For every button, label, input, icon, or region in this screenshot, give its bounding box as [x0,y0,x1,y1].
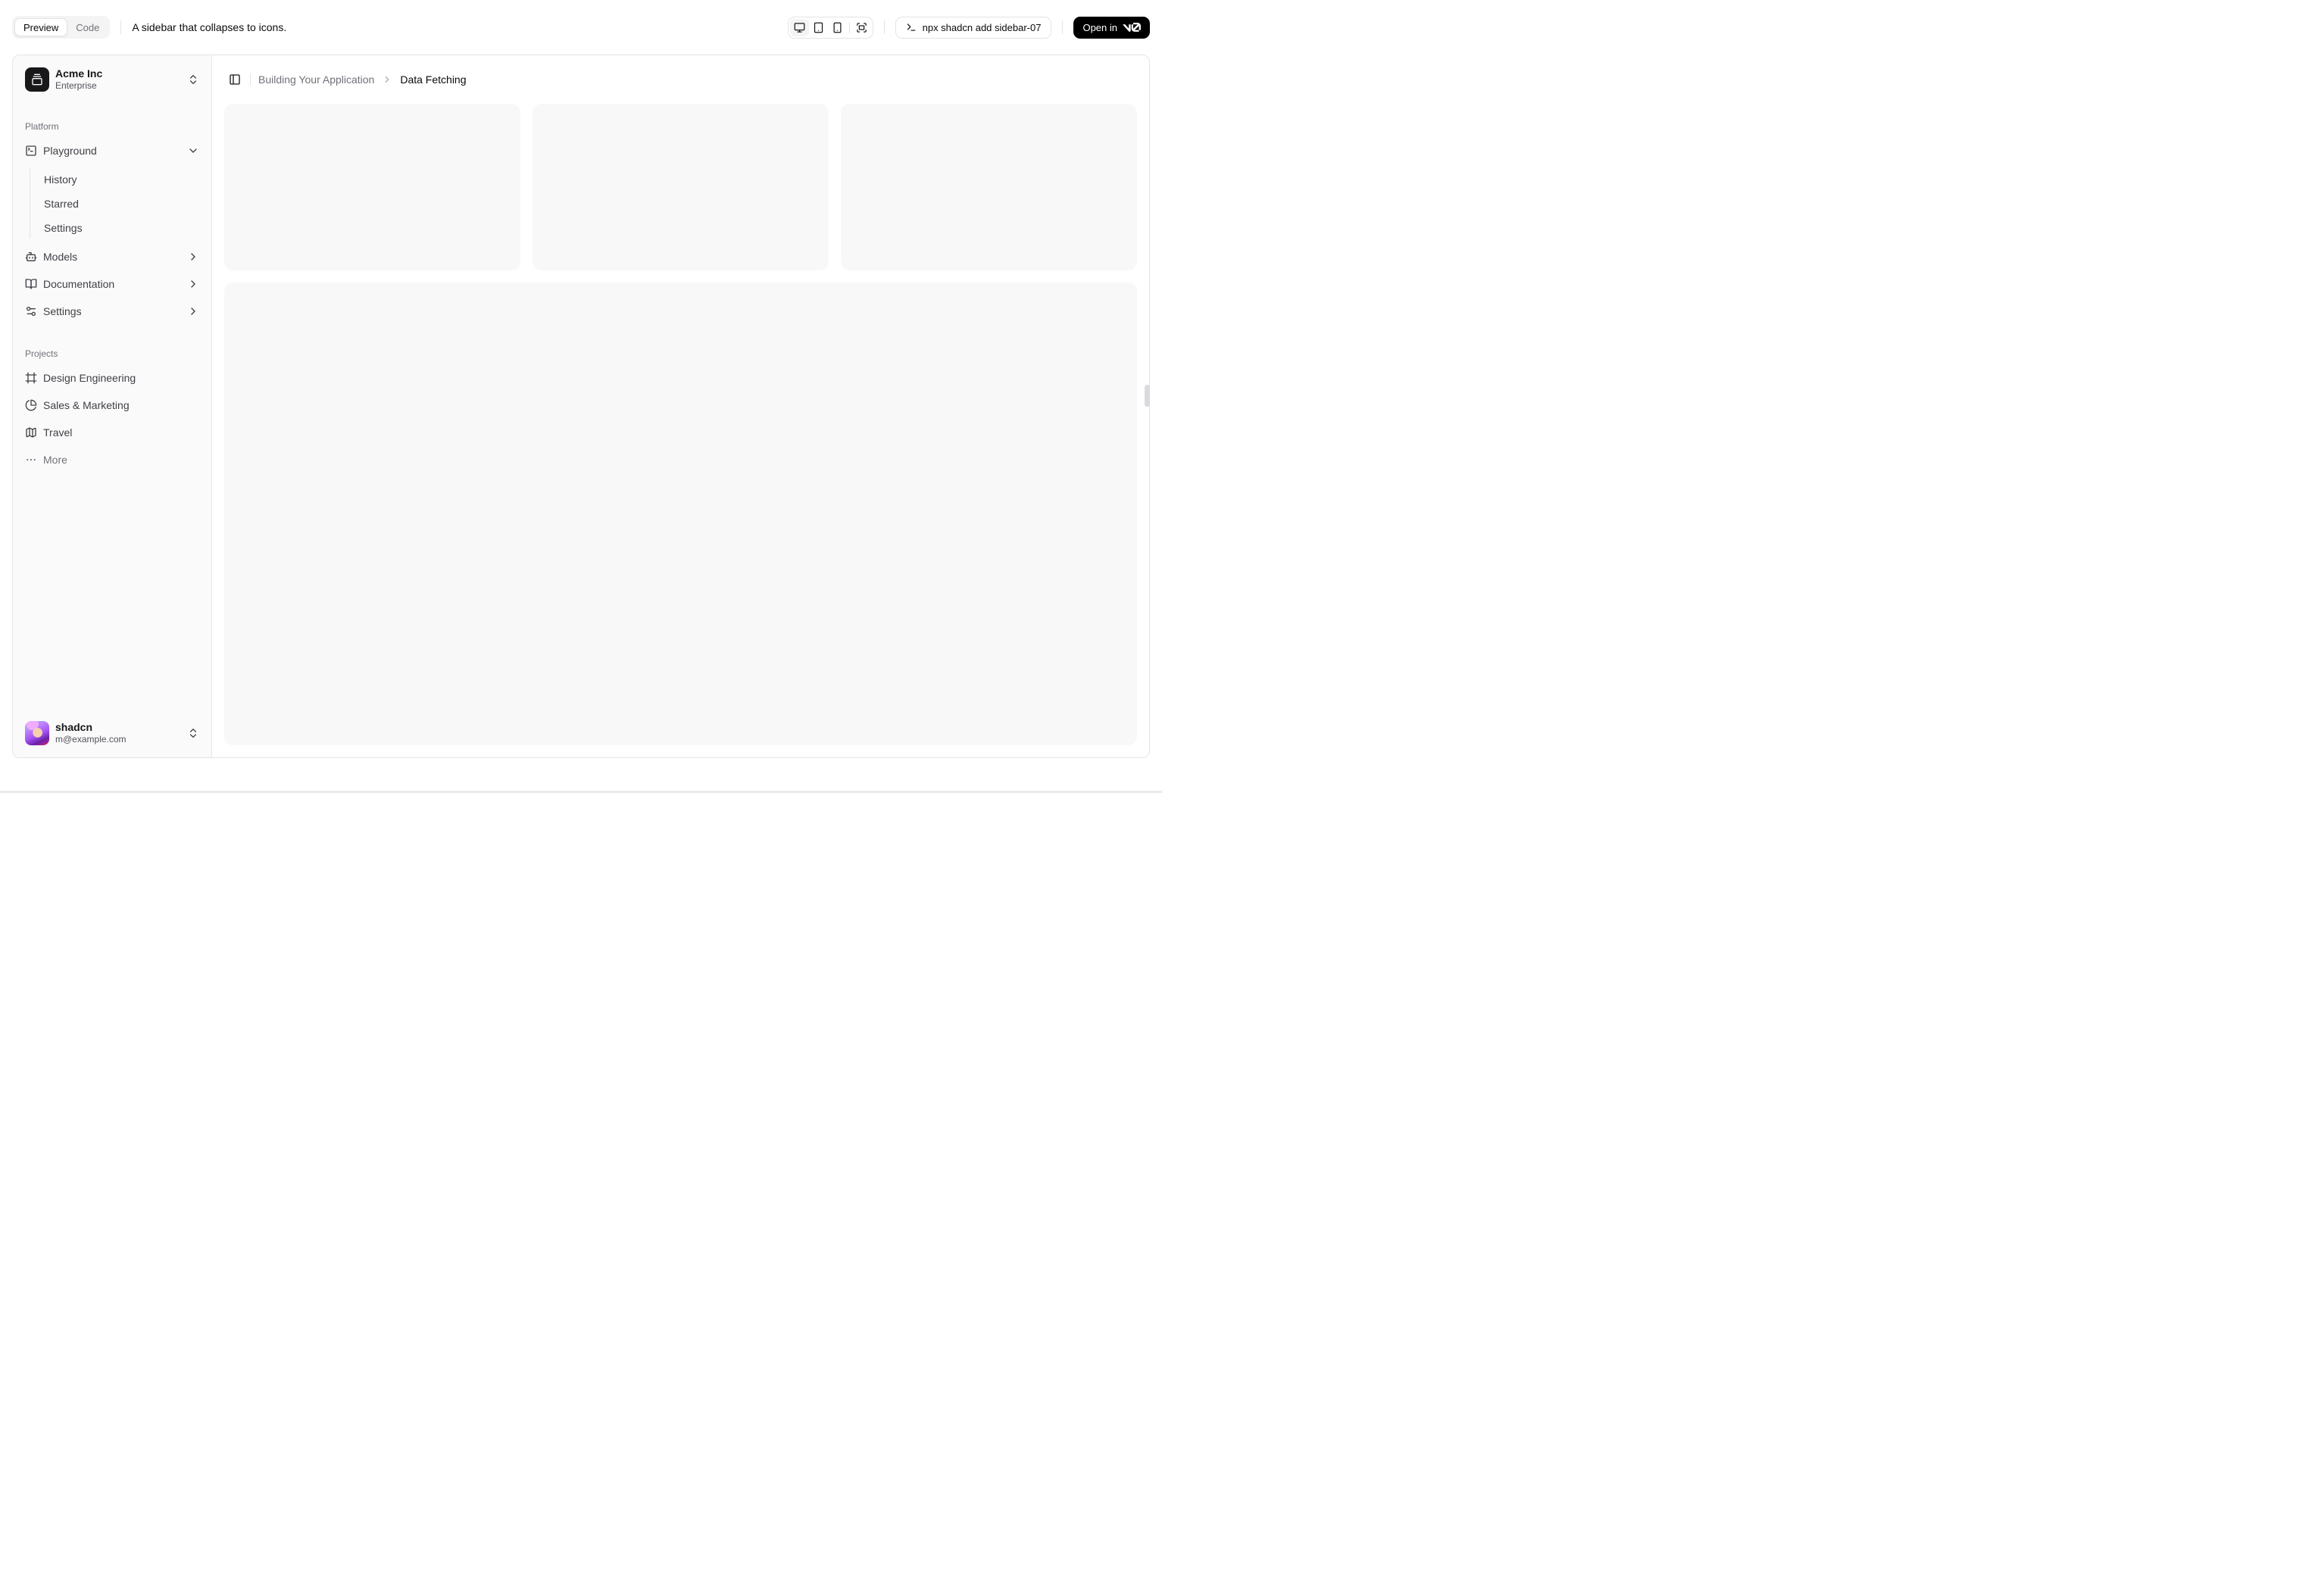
device-desktop-button[interactable] [789,18,809,36]
sidebar-item-models[interactable]: Models [19,245,205,269]
sidebar-item-label: Travel [43,426,73,439]
playground-submenu: History Starred Settings [30,169,205,239]
breadcrumb-parent[interactable]: Building Your Application [258,73,374,86]
next-section-edge [0,791,1162,793]
sidebar-group-projects: Projects Design Engineering Sales & Mark… [13,336,211,478]
sidebar-content: Platform Playground History Starred Sett… [13,104,211,709]
monitor-icon [794,22,805,33]
sidebar-item-settings[interactable]: Settings [19,299,205,323]
separator [120,20,122,34]
tab-code[interactable]: Code [67,18,108,36]
main-inset: Building Your Application Data Fetching [212,55,1149,757]
placeholder-card [841,104,1137,270]
sidebar-group-platform: Platform Playground History Starred Sett… [13,108,211,329]
sidebar-subitem-settings[interactable]: Settings [38,217,205,239]
placeholder-panel [224,282,1137,745]
panel-left-icon [229,73,241,86]
breadcrumb: Building Your Application Data Fetching [258,73,467,86]
open-in-v0-button[interactable]: Open in [1073,16,1150,39]
sidebar-item-documentation[interactable]: Documentation [19,272,205,296]
sidebar-item-label: Design Engineering [43,372,136,384]
chevron-right-icon [382,74,392,85]
breadcrumb-current: Data Fetching [400,73,467,86]
block-preview: Acme Inc Enterprise Platform Playground [12,55,1150,758]
user-menu-button[interactable]: shadcn m@example.com [19,715,205,752]
copy-command-button[interactable]: npx shadcn add sidebar-07 [895,16,1052,39]
ellipsis-icon [25,454,37,466]
placeholder-grid [224,104,1137,270]
command-text: npx shadcn add sidebar-07 [922,21,1042,33]
sidebar-header: Acme Inc Enterprise [13,55,211,104]
book-open-icon [25,278,37,290]
settings-2-icon [25,305,37,317]
gallery-vertical-end-icon [31,73,43,86]
sidebar-item-label: Sales & Marketing [43,399,130,411]
group-label-projects: Projects [25,348,58,359]
sidebar-footer: shadcn m@example.com [13,709,211,758]
sidebar-item-playground[interactable]: Playground [19,139,205,163]
team-switcher[interactable]: Acme Inc Enterprise [19,61,205,98]
team-plan: Enterprise [55,80,97,92]
fullscreen-button[interactable] [852,19,871,36]
smartphone-icon [832,22,843,33]
device-mobile-button[interactable] [828,19,847,36]
chevron-right-icon [187,305,199,317]
separator [883,20,885,34]
user-name: shadcn [55,720,93,733]
sidebar-item-label: Documentation [43,278,115,290]
sidebar-subitem-history[interactable]: History [38,169,205,190]
sidebar-item-label: Playground [43,145,97,157]
v0-logo-icon [1123,23,1141,32]
sidebar-item-sales-marketing[interactable]: Sales & Marketing [19,393,205,417]
square-terminal-icon [25,145,37,157]
toolbar-actions: npx shadcn add sidebar-07 Open in [787,16,1150,39]
chevrons-up-down-icon [187,727,199,739]
frame-icon [25,372,37,384]
terminal-icon [906,22,917,33]
team-logo [25,67,49,92]
block-toolbar: Preview Code A sidebar that collapses to… [0,0,1162,55]
sidebar-item-label: Settings [43,305,82,317]
chevrons-up-down-icon [187,73,199,86]
chevron-right-icon [187,278,199,290]
sidebar-item-travel[interactable]: Travel [19,420,205,445]
device-tablet-button[interactable] [809,19,828,36]
device-toggle-group [787,16,873,39]
main-header: Building Your Application Data Fetching [212,55,1149,104]
user-email: m@example.com [55,734,127,745]
chevron-right-icon [187,251,199,263]
open-in-label: Open in [1082,21,1117,33]
app-sidebar: Acme Inc Enterprise Platform Playground [13,55,212,757]
user-text: shadcn m@example.com [55,721,181,746]
bot-icon [25,251,37,263]
block-description: A sidebar that collapses to icons. [132,21,287,33]
group-label-platform: Platform [25,121,59,132]
placeholder-card [224,104,520,270]
tablet-icon [813,22,824,33]
tab-preview[interactable]: Preview [14,18,68,36]
sidebar-subitem-starred[interactable]: Starred [38,193,205,214]
team-text: Acme Inc Enterprise [55,67,181,91]
chevron-down-icon [187,145,199,157]
sidebar-item-more[interactable]: More [19,448,205,472]
main-content [212,104,1149,757]
view-tabs: Preview Code [12,16,111,39]
sidebar-toggle-button[interactable] [224,69,245,90]
separator [1062,20,1064,34]
sidebar-item-design-engineering[interactable]: Design Engineering [19,366,205,390]
separator [848,21,850,33]
page-scrollbar-thumb[interactable] [1145,385,1150,407]
team-name: Acme Inc [55,67,103,80]
pie-chart-icon [25,399,37,411]
fullscreen-icon [856,22,867,33]
placeholder-card [533,104,829,270]
map-icon [25,426,37,439]
separator [250,73,251,86]
avatar [25,720,49,745]
sidebar-item-label: More [43,454,67,466]
sidebar-item-label: Models [43,251,78,263]
